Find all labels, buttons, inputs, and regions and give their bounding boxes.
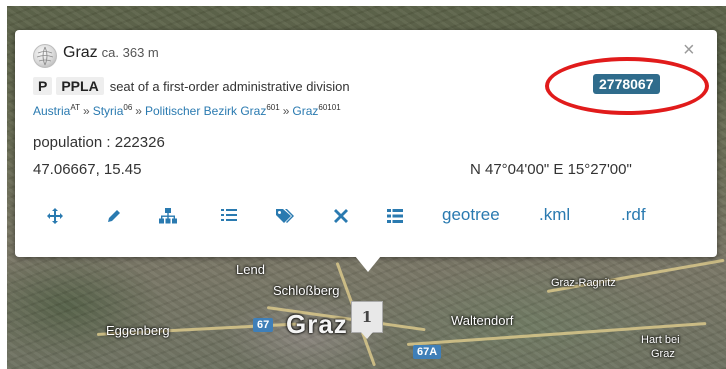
place-name: Graz [63,44,98,61]
map-label-schlossberg: Schloßberg [273,283,340,298]
map-label-eggenberg: Eggenberg [106,323,170,338]
route-badge-67: 67 [253,318,274,332]
route-badge-67a: 67A [413,345,442,359]
breadcrumb-separator: » [135,104,142,118]
tag-icon[interactable] [275,206,295,226]
map-label-lend: Lend [236,262,265,277]
close-button[interactable]: × [683,40,695,60]
geotree-link[interactable]: geotree [442,205,500,225]
delete-x-icon[interactable] [331,206,351,226]
map-label-waltendorf: Waltendorf [451,313,514,328]
feature-row: P PPLA seat of a first-order administrativ… [33,77,350,96]
breadcrumb-code: 60101 [318,103,341,112]
cluster-count: 1 [361,308,373,326]
move-icon[interactable] [45,206,65,226]
breadcrumb-code: AT [70,103,80,112]
feature-code-badge: PPLA [56,77,104,95]
highlight-ellipse [545,57,709,115]
list-icon[interactable] [219,206,239,226]
breadcrumb-austria[interactable]: Austria [33,104,70,118]
map-label-graz-ragnitz: Graz-Ragnitz [551,277,616,289]
map-label-hart-graz: Graz [651,348,675,360]
kml-link[interactable]: .kml [539,205,570,225]
elevation: ca. 363 m [101,45,159,60]
feature-class-badge: P [33,77,53,95]
breadcrumb-styria[interactable]: Styria [93,104,124,118]
hierarchy-icon[interactable] [158,206,178,226]
breadcrumb: AustriaAT» Styria06» Politischer Bezirk Gr… [33,103,341,118]
edit-pencil-icon[interactable] [104,206,124,226]
breadcrumb-graz[interactable]: Graz [292,104,318,118]
map-label-graz: Graz [286,309,348,339]
feature-description: seat of a first-order administrative div… [109,79,350,94]
population: population : 222326 [33,134,165,151]
coordinates-decimal: 47.06667, 15.45 [33,161,142,178]
wikipedia-globe-icon [33,44,57,68]
details-list-icon[interactable] [385,206,405,226]
rdf-link[interactable]: .rdf [621,205,646,225]
breadcrumb-code: 06 [123,103,133,112]
map-label-hart-bei: Hart bei [641,334,680,346]
popup-tail [355,256,381,272]
breadcrumb-bezirk-graz[interactable]: Politischer Bezirk Graz [145,104,266,118]
breadcrumb-separator: » [282,104,290,118]
cluster-marker[interactable]: 1 [351,301,383,339]
breadcrumb-separator: » [83,104,90,118]
popup-title-row: Graz ca. 363 m [63,44,159,62]
breadcrumb-code: 601 [266,103,280,112]
coordinates-dms: N 47°04'00" E 15°27'00" [470,161,632,178]
